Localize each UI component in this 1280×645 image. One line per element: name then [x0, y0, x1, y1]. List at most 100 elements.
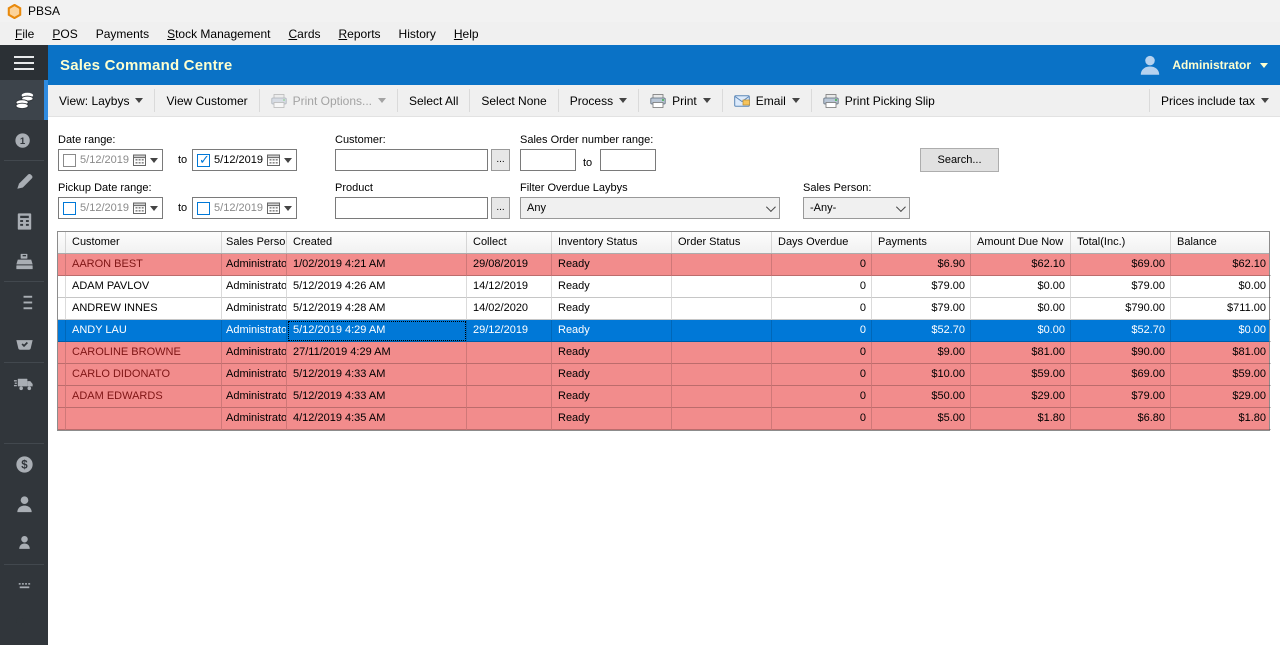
table-cell[interactable] — [467, 386, 552, 408]
table-cell[interactable] — [58, 408, 66, 430]
sidebar-item-pen[interactable] — [0, 161, 48, 201]
hamburger-menu-button[interactable] — [0, 45, 48, 80]
sidebar-item-keyboard[interactable] — [0, 565, 48, 605]
column-header-collect[interactable]: Collect — [467, 232, 552, 253]
table-cell[interactable]: Ready — [552, 254, 672, 276]
table-cell[interactable]: $59.00 — [1171, 364, 1271, 386]
table-cell[interactable]: $29.00 — [1171, 386, 1271, 408]
table-cell[interactable] — [672, 276, 772, 298]
table-cell[interactable]: $10.00 — [872, 364, 971, 386]
table-cell[interactable] — [672, 408, 772, 430]
column-header-total-inc-[interactable]: Total(Inc.) — [1071, 232, 1171, 253]
menu-item-cards[interactable]: Cards — [279, 24, 329, 44]
table-cell[interactable]: $29.00 — [971, 386, 1071, 408]
sidebar-item-basket-check[interactable] — [0, 322, 48, 362]
table-cell[interactable]: $790.00 — [1071, 298, 1171, 320]
order-to-input[interactable] — [600, 149, 656, 171]
table-row[interactable]: CARLO DIDONATO Administrator 5/12/2019 4:3… — [58, 364, 1271, 386]
sidebar-item-checklist[interactable] — [0, 282, 48, 322]
table-cell[interactable]: Administrator — [222, 254, 287, 276]
table-row[interactable]: ADAM EDWARDS Administrator 5/12/2019 4:33 … — [58, 386, 1271, 408]
pickup-to-picker[interactable]: 5/12/2019 — [192, 197, 297, 219]
column-header-sales-person[interactable]: Sales Person — [222, 232, 287, 253]
table-cell[interactable]: Administrator — [222, 364, 287, 386]
table-cell[interactable] — [467, 342, 552, 364]
table-cell[interactable]: 0 — [772, 276, 872, 298]
table-cell[interactable]: 5/12/2019 4:26 AM — [287, 276, 467, 298]
date-dropdown-caret-icon[interactable] — [284, 205, 292, 211]
sales-person-select[interactable]: -Any- — [803, 197, 910, 219]
sidebar-item-dollar-coin[interactable] — [0, 444, 48, 484]
table-cell[interactable] — [66, 408, 222, 430]
sidebar-item-person-location[interactable] — [0, 524, 48, 564]
date-dropdown-caret-icon[interactable] — [284, 157, 292, 163]
column-header-created[interactable]: Created — [287, 232, 467, 253]
table-cell[interactable]: $711.00 — [1171, 298, 1271, 320]
table-cell[interactable]: 0 — [772, 364, 872, 386]
table-cell[interactable]: $0.00 — [971, 276, 1071, 298]
column-header-days-overdue[interactable]: Days Overdue — [772, 232, 872, 253]
column-header-amount-due-now[interactable]: Amount Due Now — [971, 232, 1071, 253]
table-cell[interactable]: 0 — [772, 386, 872, 408]
table-cell[interactable] — [58, 276, 66, 298]
table-cell[interactable] — [672, 298, 772, 320]
table-cell[interactable]: $5.00 — [872, 408, 971, 430]
table-cell[interactable]: Administrator — [222, 298, 287, 320]
product-browse-button[interactable]: ... — [491, 197, 510, 219]
table-cell[interactable]: $0.00 — [1171, 320, 1271, 342]
overdue-laybys-select[interactable]: Any — [520, 197, 780, 219]
pickup-to-checkbox[interactable] — [197, 201, 210, 215]
table-cell[interactable]: AARON BEST — [66, 254, 222, 276]
table-cell[interactable]: $79.00 — [1071, 386, 1171, 408]
product-input[interactable] — [335, 197, 488, 219]
search-button[interactable]: Search... — [920, 148, 999, 172]
pickup-from-picker[interactable]: 5/12/2019 — [58, 197, 163, 219]
column-header-payments[interactable]: Payments — [872, 232, 971, 253]
table-cell[interactable]: $69.00 — [1071, 254, 1171, 276]
table-cell[interactable]: $52.70 — [1071, 320, 1171, 342]
table-cell[interactable]: 0 — [772, 342, 872, 364]
table-row[interactable]: CAROLINE BROWNE Administrator 27/11/2019 4… — [58, 342, 1271, 364]
table-cell[interactable]: Ready — [552, 320, 672, 342]
sidebar-item-cash-register[interactable] — [0, 241, 48, 281]
date-to-picker[interactable]: 5/12/2019 — [192, 149, 297, 171]
table-cell[interactable]: $50.00 — [872, 386, 971, 408]
table-cell[interactable]: 0 — [772, 408, 872, 430]
sidebar-item-archive-box[interactable] — [0, 403, 48, 443]
column-header-order-status[interactable]: Order Status — [672, 232, 772, 253]
date-from-checkbox[interactable] — [63, 153, 76, 167]
table-cell[interactable]: 5/12/2019 4:33 AM — [287, 386, 467, 408]
table-cell[interactable] — [58, 364, 66, 386]
column-header-inventory-status[interactable]: Inventory Status — [552, 232, 672, 253]
table-cell[interactable]: $59.00 — [971, 364, 1071, 386]
table-cell[interactable]: 14/12/2019 — [467, 276, 552, 298]
customer-browse-button[interactable]: ... — [491, 149, 510, 171]
print-button[interactable]: Print — [639, 85, 722, 116]
table-cell[interactable]: CARLO DIDONATO — [66, 364, 222, 386]
sidebar-item-laptop-clock[interactable] — [0, 605, 48, 645]
table-cell[interactable]: Ready — [552, 298, 672, 320]
table-cell[interactable]: Administrator — [222, 386, 287, 408]
table-cell[interactable]: $0.00 — [1171, 276, 1271, 298]
table-cell[interactable]: 14/02/2020 — [467, 298, 552, 320]
table-row[interactable]: Administrator 4/12/2019 4:35 AM Ready 0 $5.0… — [58, 408, 1271, 430]
table-cell[interactable] — [467, 408, 552, 430]
table-cell[interactable]: $6.90 — [872, 254, 971, 276]
sidebar-item-calculator[interactable] — [0, 201, 48, 241]
table-cell[interactable]: $52.70 — [872, 320, 971, 342]
select-none-button[interactable]: Select None — [470, 85, 557, 116]
table-cell[interactable]: 29/12/2019 — [467, 320, 552, 342]
table-row[interactable]: AARON BEST Administrator 1/02/2019 4:21 AM… — [58, 254, 1271, 276]
table-cell[interactable]: 5/12/2019 4:28 AM — [287, 298, 467, 320]
table-cell[interactable]: ADAM EDWARDS — [66, 386, 222, 408]
table-cell[interactable]: 5/12/2019 4:29 AM — [287, 320, 467, 342]
table-cell[interactable]: ANDY LAU — [66, 320, 222, 342]
menu-item-payments[interactable]: Payments — [87, 24, 158, 44]
table-cell[interactable]: Ready — [552, 364, 672, 386]
table-cell[interactable]: $1.80 — [971, 408, 1071, 430]
select-all-button[interactable]: Select All — [398, 85, 469, 116]
table-cell[interactable]: $81.00 — [971, 342, 1071, 364]
table-cell[interactable]: Administrator — [222, 320, 287, 342]
table-cell[interactable]: $79.00 — [1071, 276, 1171, 298]
column-header-customer[interactable]: Customer — [66, 232, 222, 253]
